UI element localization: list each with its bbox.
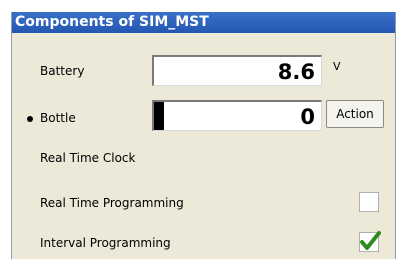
battery-label: Battery (40, 64, 85, 78)
interval-programming-label: Interval Programming (40, 236, 171, 250)
battery-value: 8.6 (277, 60, 315, 84)
battery-value-field: 8.6 (152, 55, 322, 86)
real-time-programming-checkbox[interactable] (359, 192, 379, 212)
bottle-value: 0 (300, 105, 315, 129)
checkmark-icon (360, 231, 381, 250)
panel-title: Components of SIM_MST (12, 12, 395, 33)
action-button[interactable]: Action (326, 100, 384, 128)
real-time-programming-label: Real Time Programming (40, 196, 184, 210)
real-time-clock-label: Real Time Clock (40, 151, 136, 165)
bullet-icon (27, 116, 33, 122)
battery-unit: V (333, 60, 341, 73)
bottle-label: Bottle (40, 111, 76, 125)
bottle-level-field: 0 (152, 100, 322, 131)
components-panel: Components of SIM_MST Battery 8.6 V Bott… (11, 12, 396, 259)
interval-programming-checkbox[interactable] (359, 231, 381, 252)
bottle-level-bar (154, 102, 165, 130)
